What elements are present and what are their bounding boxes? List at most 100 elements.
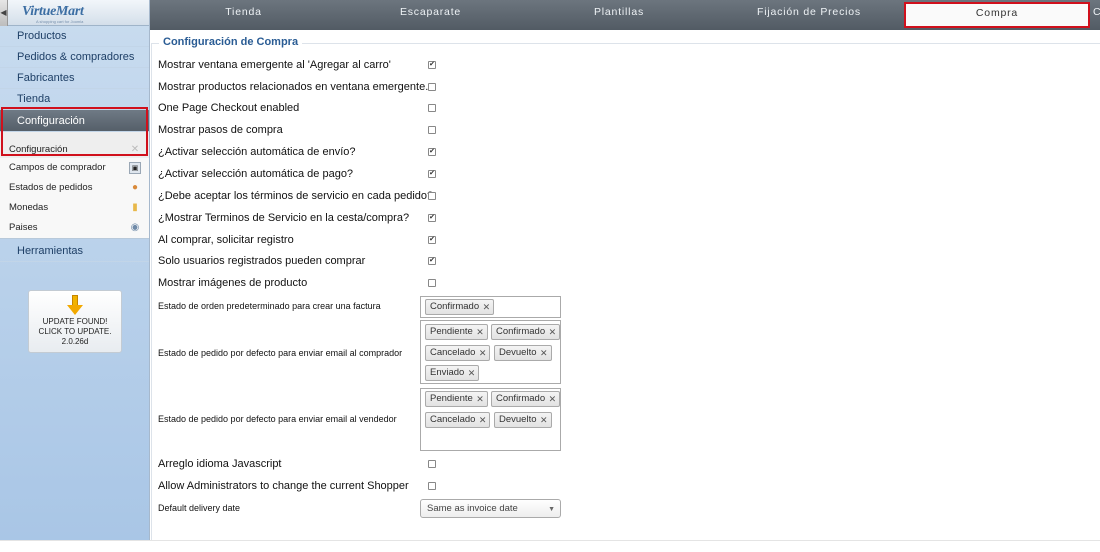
sidebar-item-fabricantes[interactable]: Fabricantes (0, 68, 149, 89)
submenu-label: Configuración (9, 144, 68, 155)
chip-label: Devuelto (499, 347, 537, 358)
option-checkbox[interactable]: ✔ (428, 214, 436, 222)
update-button[interactable]: UPDATE FOUND! CLICK TO UPDATE. 2.0.26d (28, 290, 122, 353)
chip-label: Cancelado (430, 414, 476, 425)
status-icon: ● (131, 182, 139, 193)
sidebar: ◀ VirtueMart A shopping cart for Joomla … (0, 0, 150, 540)
remove-chip-icon[interactable]: ✕ (549, 392, 557, 406)
option-checkbox[interactable]: ✔ (428, 236, 436, 244)
option-checkbox[interactable] (428, 279, 436, 287)
option-checkbox[interactable] (428, 126, 436, 134)
update-version: 2.0.26d (61, 337, 89, 346)
tab-fijacion-precios[interactable]: Fijación de Precios (714, 0, 904, 30)
option-label: One Page Checkout enabled (158, 102, 300, 114)
status-chip[interactable]: Enviado ✕ (425, 365, 480, 381)
chip-label: Confirmado (430, 301, 480, 312)
submenu-label: Paises (9, 222, 38, 233)
js-lang-checkbox[interactable] (428, 460, 436, 468)
option-label: Solo usuarios registrados pueden comprar (158, 255, 366, 267)
option-checkbox[interactable]: ✔ (428, 148, 436, 156)
configuracion-submenu: Configuración ✕ Campos de comprador ▣ Es… (0, 132, 149, 239)
sidebar-item-pedidos[interactable]: Pedidos & compradores (0, 47, 149, 68)
sidebar-item-herramientas[interactable]: Herramientas (0, 241, 149, 262)
status-chip[interactable]: Pendiente ✕ (425, 324, 488, 340)
option-checkbox[interactable] (428, 83, 436, 91)
status-chip[interactable]: Devuelto ✕ (494, 412, 552, 428)
submenu-item-paises[interactable]: Paises ◉ (0, 218, 149, 238)
submenu-label: Estados de pedidos (9, 182, 93, 193)
submenu-label: Campos de comprador (9, 162, 106, 173)
submenu-item-campos-comprador[interactable]: Campos de comprador ▣ (0, 158, 149, 178)
status-chip[interactable]: Confirmado ✕ (425, 299, 495, 315)
email-shopper-state-select[interactable]: Pendiente ✕ Confirmado ✕ Cancelado ✕ Dev… (420, 320, 561, 384)
tab-compra[interactable]: Compra (904, 2, 1090, 28)
option-label: ¿Debe aceptar los términos de servicio e… (158, 190, 434, 202)
compra-fieldset (151, 43, 1100, 551)
wrench-icon: ✕ (130, 144, 140, 155)
chip-label: Cancelado (430, 347, 476, 358)
option-label: ¿Mostrar Terminos de Servicio en la cest… (158, 212, 410, 224)
submenu-item-configuracion[interactable]: Configuración ✕ (0, 132, 149, 158)
status-chip[interactable]: Pendiente ✕ (425, 391, 488, 407)
remove-chip-icon[interactable]: ✕ (476, 325, 484, 339)
option-checkbox[interactable]: ✔ (428, 257, 436, 265)
bottom-bar (0, 540, 1100, 552)
option-row: ¿Debe aceptar los términos de servicio e… (158, 190, 578, 202)
remove-chip-icon[interactable]: ✕ (549, 325, 557, 339)
default-order-state-select[interactable]: Confirmado ✕ (420, 296, 561, 318)
delivery-date-select[interactable]: Same as invoice date ▼ (420, 499, 561, 518)
status-chip[interactable]: Cancelado ✕ (425, 412, 491, 428)
option-row: ¿Activar selección automática de pago? ✔ (158, 168, 578, 180)
status-chip[interactable]: Confirmado ✕ (491, 324, 561, 340)
submenu-item-estados-pedidos[interactable]: Estados de pedidos ● (0, 178, 149, 198)
option-row: One Page Checkout enabled (158, 102, 578, 114)
option-checkbox[interactable]: ✔ (428, 170, 436, 178)
status-chip[interactable]: Cancelado ✕ (425, 345, 491, 361)
tab-plantillas[interactable]: Plantillas (524, 0, 714, 30)
section-legend: Configuración de Compra (159, 36, 303, 48)
tab-more[interactable]: C (1093, 6, 1100, 18)
submenu-item-monedas[interactable]: Monedas ▮ (0, 198, 149, 218)
status-chip[interactable]: Confirmado ✕ (491, 391, 561, 407)
option-label: ¿Activar selección automática de envío? (158, 146, 356, 158)
chip-label: Devuelto (499, 414, 537, 425)
remove-chip-icon[interactable]: ✕ (540, 346, 548, 360)
option-label: Al comprar, solicitar registro (158, 234, 294, 246)
delivery-date-value: Same as invoice date (427, 503, 518, 514)
chip-label: Confirmado (496, 326, 546, 337)
remove-chip-icon[interactable]: ✕ (479, 346, 487, 360)
sidebar-item-tienda[interactable]: Tienda (0, 89, 149, 110)
option-label: Mostrar pasos de compra (158, 124, 283, 136)
tab-escaparate[interactable]: Escaparate (337, 0, 524, 30)
sidebar-item-productos[interactable]: Productos (0, 26, 149, 47)
option-checkbox[interactable] (428, 192, 436, 200)
sidebar-item-configuracion[interactable]: Configuración (0, 110, 149, 132)
chip-label: Pendiente (430, 326, 473, 337)
remove-chip-icon[interactable]: ✕ (479, 413, 487, 427)
email-vendor-state-select[interactable]: Pendiente ✕ Confirmado ✕ Cancelado ✕ Dev… (420, 388, 561, 451)
option-row: ¿Mostrar Terminos de Servicio en la cest… (158, 212, 578, 224)
update-found-text: UPDATE FOUND! (42, 317, 108, 326)
remove-chip-icon[interactable]: ✕ (468, 366, 476, 380)
option-row: ¿Activar selección automática de envío? … (158, 146, 578, 158)
status-chip[interactable]: Devuelto ✕ (494, 345, 552, 361)
option-checkbox[interactable]: ✔ (428, 61, 436, 69)
option-row: Mostrar imágenes de producto (158, 277, 578, 289)
option-row: Mostrar pasos de compra (158, 124, 578, 136)
submenu-label: Monedas (9, 202, 49, 213)
remove-chip-icon[interactable]: ✕ (540, 413, 548, 427)
remove-chip-icon[interactable]: ✕ (483, 300, 491, 314)
virtuemart-logo[interactable]: ◀ VirtueMart A shopping cart for Joomla (0, 0, 149, 26)
option-row: Arreglo idioma Javascript (158, 458, 578, 470)
option-label: Mostrar productos relacionados en ventan… (158, 81, 429, 93)
option-row: Mostrar productos relacionados en ventan… (158, 81, 578, 93)
logo-subtext: A shopping cart for Joomla (36, 19, 84, 24)
option-row: Allow Administrators to change the curre… (158, 480, 578, 492)
admin-shopper-checkbox[interactable] (428, 482, 436, 490)
collapse-sidebar-handle[interactable]: ◀ (0, 0, 8, 26)
tab-tienda[interactable]: Tienda (150, 0, 337, 30)
option-label: Mostrar ventana emergente al 'Agregar al… (158, 59, 391, 71)
chevron-down-icon: ▼ (548, 506, 555, 513)
remove-chip-icon[interactable]: ✕ (476, 392, 484, 406)
option-checkbox[interactable] (428, 104, 436, 112)
